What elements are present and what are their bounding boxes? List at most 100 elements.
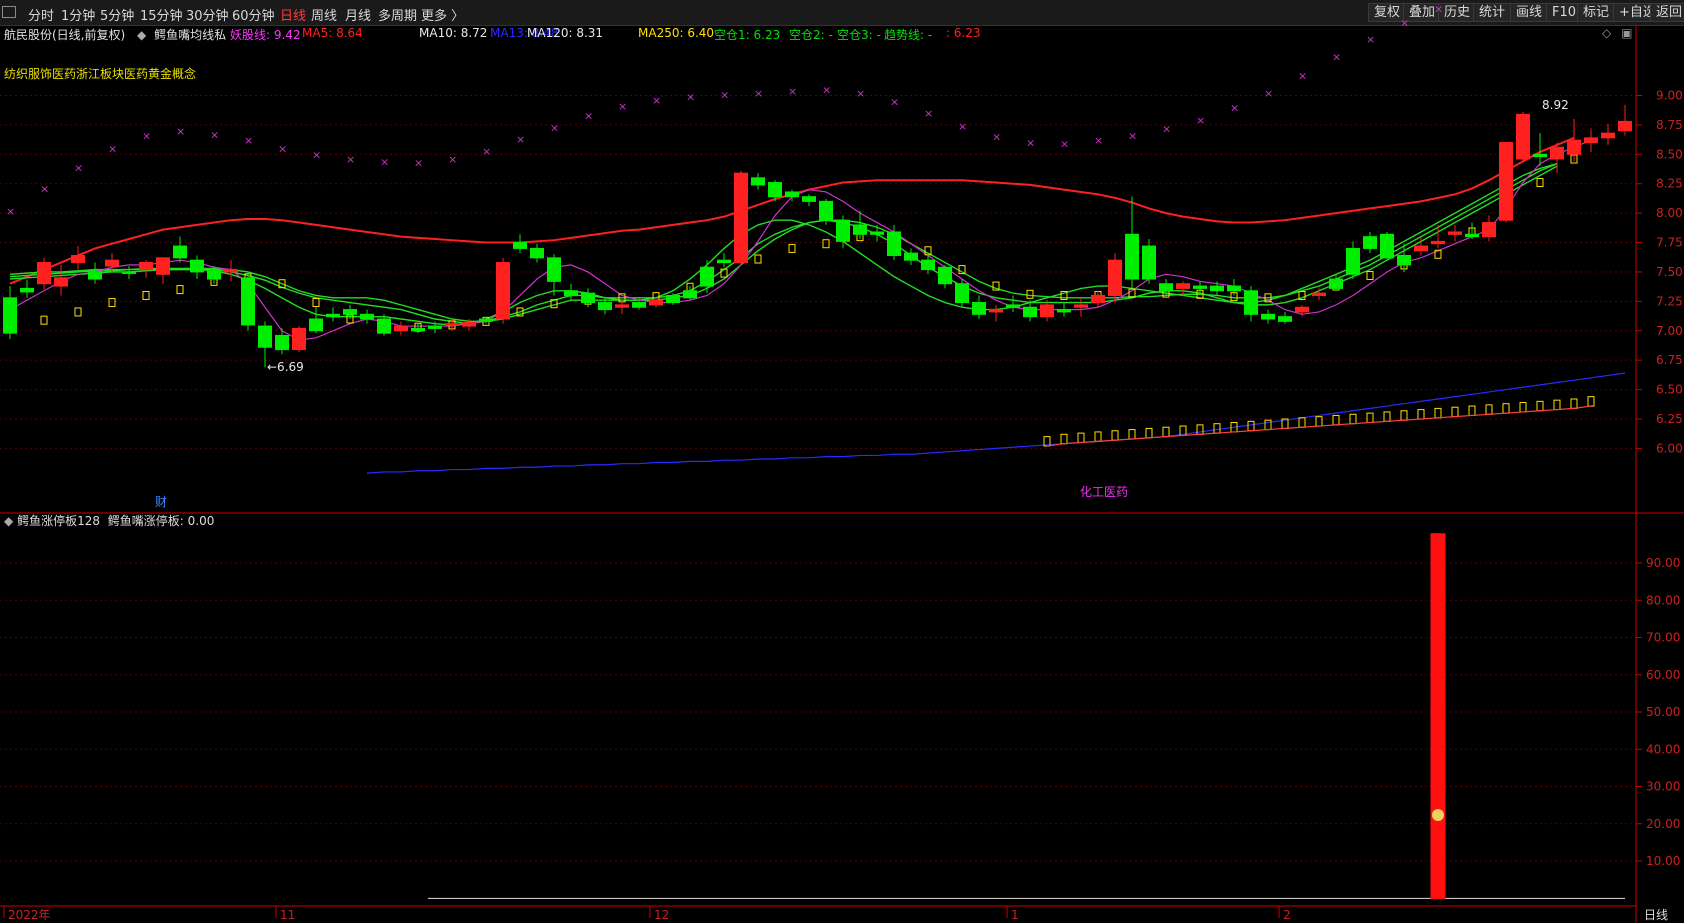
candle-body [1261,313,1275,320]
trend-box [1128,429,1136,440]
candle-body [1499,142,1513,221]
candle-body [938,266,952,285]
candle-body [292,327,306,351]
candle-body [105,259,119,267]
y-tick-label: 90.00 [1646,556,1680,570]
candle-body [870,231,884,235]
candle-body [1516,113,1530,160]
ma250-box [312,298,320,308]
trend-box [1587,396,1595,407]
yao-marker: × [1162,122,1171,135]
yao-marker: × [686,91,695,104]
candle-body [326,313,340,318]
yao-marker: × [618,100,627,113]
yao-marker: × [1230,101,1239,114]
candle-body [955,283,969,304]
trend-box [1145,427,1153,439]
candle-body [173,245,187,259]
candle-body [479,318,493,322]
trend-box [1315,416,1323,427]
y-tick-label: 8.00 [1656,206,1683,220]
yao-marker: × [516,133,525,146]
yao-marker: × [720,88,729,101]
yao-marker: × [584,109,593,122]
yao-marker: × [108,142,117,155]
yao-marker: × [1128,129,1137,142]
ma250-box [40,315,48,325]
trend-box [1485,404,1493,415]
candle-body [547,257,561,282]
candle-body [972,302,986,315]
candle-body [343,309,357,315]
yao-marker: × [1094,134,1103,147]
candle-body [462,322,476,327]
y-tick-label: 8.25 [1656,177,1683,191]
fin-marker: 财 [155,495,167,509]
yao-marker: × [482,145,491,158]
yao-marker: × [176,125,185,138]
candle-body [683,290,697,299]
y-tick-label: 6.50 [1656,383,1683,397]
trend-box [1366,412,1374,424]
yao-marker: × [414,157,423,170]
ma250-box [108,298,116,308]
yao-marker: × [1196,114,1205,127]
y-tick-label: 40.00 [1646,742,1680,756]
yao-marker: × [142,129,151,142]
candle-body [1601,132,1615,139]
candle-body [700,266,714,287]
candle-body [1176,283,1190,289]
candle-body [513,242,527,249]
candle-body [819,200,833,221]
trend-box [1094,431,1102,442]
y-tick-label: 10.00 [1646,854,1680,868]
candle-body [71,254,85,264]
price-annotation: ←6.69 [267,360,304,374]
candle-body [275,334,289,351]
candle-body [122,271,136,274]
yao-marker: × [550,121,559,134]
candle-body [1193,285,1207,289]
candle-body [1312,292,1326,296]
candle-body [615,304,629,308]
yao-marker: × [652,94,661,107]
y-tick-label: 7.75 [1656,236,1683,250]
candle-body [1295,306,1309,313]
yao-marker: × [958,120,967,133]
candle-body [530,247,544,259]
yao-marker: × [40,182,49,195]
candle-body [1584,137,1598,144]
candle-body [428,325,442,329]
yao-marker: × [1264,87,1273,100]
y-tick-label: 6.00 [1656,441,1683,455]
candle-body [1618,120,1632,132]
yao-marker: × [312,148,321,161]
trend-box [1519,402,1527,413]
candle-body [836,219,850,242]
yao-marker: × [1332,51,1341,64]
yao-marker: × [1060,138,1069,151]
y-tick-label: 7.50 [1656,265,1683,279]
x-tick-label: 2 [1283,908,1291,922]
y-tick-label: 50.00 [1646,705,1680,719]
candle-body [564,290,578,296]
yao-marker: × [278,142,287,155]
candle-body [207,269,221,280]
ma250-box [754,254,762,264]
trend-box [1570,398,1578,409]
yao-marker: × [890,95,899,108]
kline-chart[interactable]: 6.00 6.25 6.50 6.75 7.00 7.25 7.50 7.75 8.00 8.25… [0,0,1684,923]
yao-marker: × [74,161,83,174]
candle-body [1414,245,1428,252]
trend-box [1077,432,1085,444]
candle-body [394,325,408,332]
trend-box [1383,411,1391,422]
candle-body [20,287,34,293]
trend-box [1162,426,1170,438]
candle-body [156,257,170,275]
ma13-line [366,372,1626,474]
candle-body [1210,285,1224,292]
x-tick-label: 11 [280,908,295,922]
candle-body [139,262,153,271]
candle-body [190,259,204,273]
